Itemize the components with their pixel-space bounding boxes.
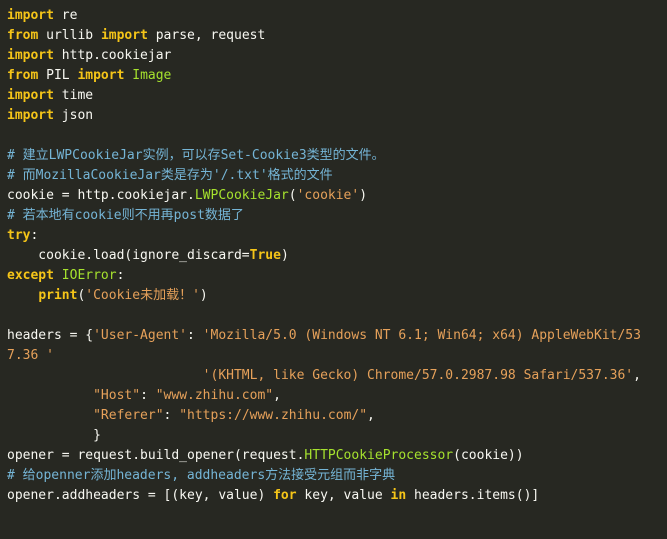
code-token: # 建立LWPCookieJar实例，可以存Set-Cookie3类型的文件。	[7, 148, 385, 163]
code-token: # 若本地有cookie则不用再post数据了	[7, 208, 244, 223]
code-token: print	[38, 288, 78, 303]
code-token: headers.items()]	[406, 488, 540, 503]
code-token: parse, request	[147, 28, 266, 43]
code-token: '(KHTML, like Gecko) Chrome/57.0.2987.98…	[202, 368, 634, 383]
code-token: )	[359, 188, 368, 203]
code-line: from urllib import parse, request	[7, 26, 667, 46]
code-line: # 给openner添加headers, addheaders方法接受元组而非字…	[7, 466, 667, 486]
code-line: "Host": "www.zhihu.com",	[7, 386, 667, 406]
code-line: except IOError:	[7, 266, 667, 286]
code-line: opener = request.build_opener(request.HT…	[7, 446, 667, 466]
code-line: cookie.load(ignore_discard=True)	[7, 246, 667, 266]
code-token: re	[53, 8, 78, 23]
code-token: cookie = http.cookiejar.	[7, 188, 195, 203]
code-token: import	[100, 28, 148, 43]
code-token: (cookie))	[453, 448, 524, 463]
code-token: LWPCookieJar	[194, 188, 289, 203]
code-line: '(KHTML, like Gecko) Chrome/57.0.2987.98…	[7, 366, 667, 386]
code-line: from PIL import Image	[7, 66, 667, 86]
code-token: "Referer"	[93, 408, 164, 423]
code-token: from	[7, 68, 39, 83]
code-token: in	[390, 488, 407, 503]
code-token: :	[140, 388, 156, 403]
code-token: ,	[633, 368, 641, 383]
code-token: # 而MozillaCookieJar类是存为'/.txt'格式的文件	[7, 168, 333, 183]
code-line: opener.addheaders = [(key, value) for ke…	[7, 486, 667, 506]
code-line: import json	[7, 106, 667, 126]
code-token: "https://www.zhihu.com/"	[179, 408, 368, 423]
code-line: print('Cookie未加载！')	[7, 286, 667, 306]
code-token: from	[7, 28, 39, 43]
code-token: 'User-Agent'	[93, 328, 188, 343]
code-token: ,	[273, 388, 281, 403]
code-token: headers = {	[7, 328, 94, 343]
code-line: import re	[7, 6, 667, 26]
code-line: "Referer": "https://www.zhihu.com/",	[7, 406, 667, 426]
code-token: http.cookiejar	[53, 48, 172, 63]
code-token: }	[7, 428, 101, 443]
code-token: 'Mozilla/5.0 (Windows NT 6.1; Win64; x64…	[202, 328, 641, 343]
code-token: True	[249, 248, 281, 263]
code-token: 7.36 '	[7, 348, 54, 363]
code-line: try:	[7, 226, 667, 246]
code-line: headers = {'User-Agent': 'Mozilla/5.0 (W…	[7, 326, 667, 346]
code-token: import	[7, 88, 54, 103]
code-token: :	[187, 328, 203, 343]
code-token: import	[7, 108, 54, 123]
code-token: IOError	[61, 268, 117, 283]
code-token: try	[7, 228, 31, 243]
code-token: # 给openner添加headers, addheaders方法接受元组而非字…	[7, 468, 396, 483]
code-token: opener.addheaders = [(key, value)	[7, 488, 274, 503]
code-line: # 而MozillaCookieJar类是存为'/.txt'格式的文件	[7, 166, 667, 186]
code-token: :	[30, 228, 39, 243]
code-token: opener = request.build_opener(request.	[7, 448, 305, 463]
code-editor[interactable]: import re from urllib import parse, reque…	[0, 0, 667, 539]
code-token: "Host"	[93, 388, 141, 403]
code-token: 'Cookie未加载！'	[85, 288, 200, 303]
code-token: key, value	[296, 488, 391, 503]
code-token: HTTPCookieProcessor	[304, 448, 454, 463]
code-token: (	[288, 188, 297, 203]
code-line: import http.cookiejar	[7, 46, 667, 66]
code-line: # 若本地有cookie则不用再post数据了	[7, 206, 667, 226]
code-token: import	[7, 8, 54, 23]
code-token: json	[53, 108, 94, 123]
code-token: import	[77, 68, 125, 83]
code-token: "www.zhihu.com"	[155, 388, 274, 403]
code-line: }	[7, 426, 667, 446]
code-token: ,	[367, 408, 375, 423]
code-token: 'cookie'	[296, 188, 360, 203]
code-token: time	[53, 88, 94, 103]
code-token: :	[116, 268, 125, 283]
code-token: import	[7, 48, 54, 63]
code-line: cookie = http.cookiejar.LWPCookieJar('co…	[7, 186, 667, 206]
code-token: except	[7, 268, 54, 283]
code-token: cookie.load(ignore_discard=	[7, 248, 250, 263]
code-token: for	[273, 488, 297, 503]
code-token: )	[280, 248, 289, 263]
code-line: # 建立LWPCookieJar实例，可以存Set-Cookie3类型的文件。	[7, 146, 667, 166]
code-token: urllib	[38, 28, 101, 43]
code-token: )	[199, 288, 208, 303]
code-token: PIL	[38, 68, 78, 83]
code-line: import time	[7, 86, 667, 106]
code-line: 7.36 '	[7, 346, 667, 366]
code-token: Image	[132, 68, 172, 83]
code-token: :	[163, 408, 180, 423]
